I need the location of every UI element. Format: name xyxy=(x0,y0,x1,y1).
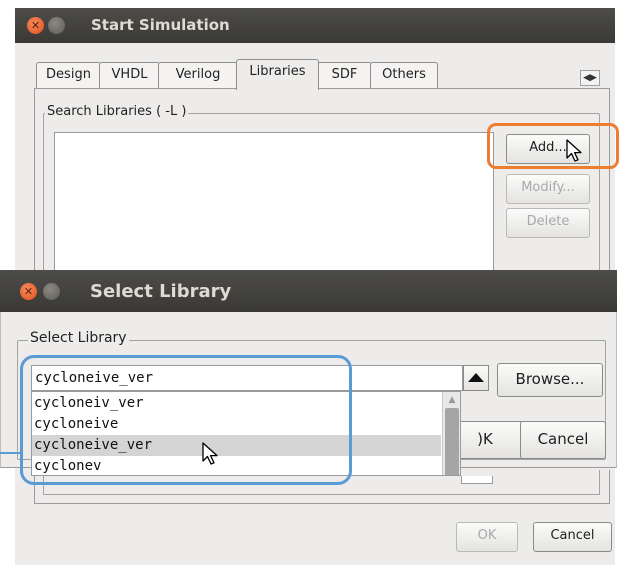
tab-scroll-right-icon[interactable]: ▶ xyxy=(590,73,597,83)
triangle-up-icon xyxy=(468,373,484,382)
window-title: Start Simulation xyxy=(91,16,230,34)
close-dialog-icon[interactable]: ✕ xyxy=(20,283,37,300)
scroll-up-icon[interactable]: ▲ xyxy=(444,393,460,407)
tab-others[interactable]: Others xyxy=(370,62,438,89)
modify-button[interactable]: Modify... xyxy=(506,174,590,204)
delete-button[interactable]: Delete xyxy=(506,208,590,238)
dropdown-shadow-edge xyxy=(461,476,493,484)
tab-libraries[interactable]: Libraries xyxy=(236,59,319,90)
close-window-icon[interactable]: ✕ xyxy=(27,17,44,34)
add-button-highlight xyxy=(487,123,619,169)
tab-scroll-left-icon[interactable]: ◀ xyxy=(583,73,590,83)
scrollbar-thumb[interactable] xyxy=(445,408,459,475)
start-simulation-titlebar[interactable]: ✕ Start Simulation xyxy=(15,8,615,43)
tab-sdf[interactable]: SDF xyxy=(317,62,372,89)
search-libraries-label: Search Libraries ( -L ) xyxy=(45,104,189,119)
dialog-title: Select Library xyxy=(90,281,232,302)
minimize-dialog-icon[interactable] xyxy=(43,283,60,300)
select-library-titlebar[interactable]: ✕ Select Library xyxy=(0,270,617,312)
cancel-button[interactable]: Cancel xyxy=(533,522,612,552)
mouse-pointer-icon xyxy=(202,442,218,465)
tab-design[interactable]: Design xyxy=(36,62,101,89)
combo-dropdown-button[interactable] xyxy=(463,365,489,391)
highlight-connector-line xyxy=(0,452,21,454)
ok-button[interactable]: OK xyxy=(456,522,518,552)
mouse-pointer-icon xyxy=(566,139,582,162)
select-library-group-label: Select Library xyxy=(28,330,129,346)
tab-verilog[interactable]: Verilog xyxy=(158,62,238,89)
search-libraries-list[interactable] xyxy=(54,132,494,278)
dropdown-scrollbar[interactable]: ▲ xyxy=(442,392,460,475)
tab-scroll-arrows[interactable]: ◀▶ xyxy=(580,70,600,86)
browse-button[interactable]: Browse... xyxy=(497,363,603,397)
minimize-window-icon[interactable] xyxy=(48,17,65,34)
dialog-cancel-button[interactable]: Cancel xyxy=(520,421,606,459)
tab-vhdl[interactable]: VHDL xyxy=(99,62,160,89)
dropdown-highlight xyxy=(20,355,352,485)
